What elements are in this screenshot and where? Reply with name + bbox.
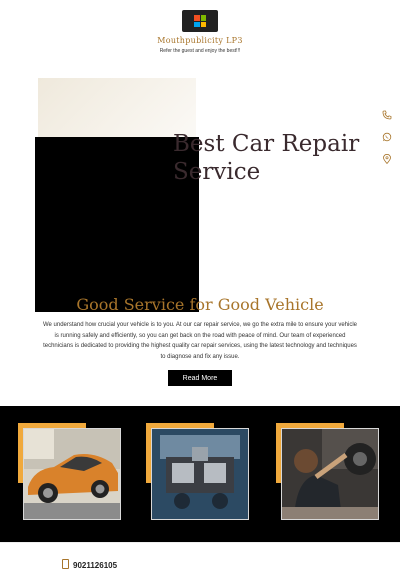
footer-phone[interactable]: 9021126105 bbox=[62, 559, 117, 570]
logo bbox=[182, 10, 218, 32]
brand-name: Mouthpublicity LP3 bbox=[157, 36, 243, 45]
hero-title-line2: Service bbox=[173, 159, 261, 185]
whatsapp-icon[interactable] bbox=[380, 132, 394, 146]
tagline: Refer the guest and enjoy the best!!! bbox=[159, 48, 241, 54]
engine-bay-photo bbox=[151, 428, 249, 520]
mechanic-under-car-photo bbox=[281, 428, 379, 520]
phone-icon[interactable] bbox=[380, 110, 394, 124]
section-body: We understand how crucial your vehicle i… bbox=[42, 322, 358, 360]
section-title: Good Service for Good Vehicle bbox=[76, 295, 324, 314]
read-more-button[interactable]: Read More bbox=[168, 370, 232, 386]
logo-icon bbox=[194, 15, 206, 27]
side-contact-icons bbox=[380, 110, 394, 176]
phone-number: 9021126105 bbox=[73, 561, 118, 570]
mobile-phone-icon bbox=[62, 559, 69, 569]
location-pin-icon[interactable] bbox=[380, 153, 394, 168]
orange-classic-car-photo bbox=[23, 428, 121, 520]
gallery-section bbox=[0, 406, 400, 542]
hero-title: Best Car Repair Service bbox=[173, 130, 363, 186]
hero-title-line1: Best Car Repair bbox=[173, 131, 360, 157]
footer-divider bbox=[0, 542, 400, 543]
